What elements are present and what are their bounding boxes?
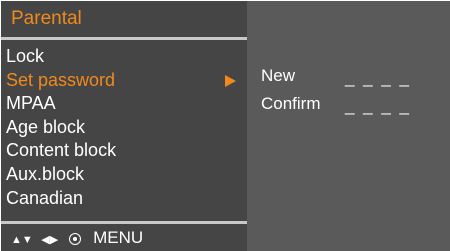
menu-item-age-block[interactable]: Age block bbox=[1, 116, 247, 140]
menu-item-lock[interactable]: Lock bbox=[1, 45, 247, 69]
parental-menu-list: Lock Set password MPAA Age block Content… bbox=[1, 45, 247, 210]
menu-item-aux-block[interactable]: Aux.block bbox=[1, 163, 247, 187]
menu-item-label: MPAA bbox=[6, 93, 56, 114]
navigation-hint-bar: ▲▼ ◀▶ MENU bbox=[11, 228, 143, 248]
menu-item-label: Aux.block bbox=[6, 163, 85, 184]
menu-item-content-block[interactable]: Content block bbox=[1, 139, 247, 163]
menu-item-label: Content block bbox=[6, 140, 117, 161]
submenu-arrow-icon bbox=[225, 74, 236, 87]
new-password-label: New bbox=[261, 66, 296, 85]
menu-item-label: Lock bbox=[6, 46, 45, 66]
menu-item-label: Canadian bbox=[6, 187, 84, 208]
footer-divider bbox=[1, 221, 247, 224]
menu-item-label: Age block bbox=[6, 116, 86, 137]
ok-button-icon bbox=[68, 233, 81, 245]
menu-item-mpaa[interactable]: MPAA bbox=[1, 92, 247, 116]
menu-item-label: Set password bbox=[6, 69, 116, 90]
password-panel bbox=[247, 1, 450, 251]
up-down-arrows-icon: ▲▼ bbox=[11, 234, 33, 246]
menu-title: Parental bbox=[11, 8, 82, 29]
left-right-arrows-icon: ◀▶ bbox=[41, 234, 59, 246]
new-password-row: New _ _ _ _ bbox=[261, 65, 441, 87]
confirm-password-row: Confirm _ _ _ _ bbox=[261, 93, 441, 115]
new-password-input[interactable]: _ _ _ _ bbox=[345, 67, 411, 89]
menu-hint-label: MENU bbox=[93, 228, 144, 247]
menu-panel: Parental Lock Set password MPAA Age bloc… bbox=[1, 1, 247, 251]
menu-item-canadian[interactable]: Canadian bbox=[1, 187, 247, 211]
confirm-password-input[interactable]: _ _ _ _ bbox=[345, 95, 411, 117]
parental-osd-menu: Parental Lock Set password MPAA Age bloc… bbox=[1, 1, 450, 251]
header-divider bbox=[1, 37, 247, 40]
confirm-password-label: Confirm bbox=[261, 94, 321, 113]
menu-item-set-password[interactable]: Set password bbox=[1, 69, 247, 93]
